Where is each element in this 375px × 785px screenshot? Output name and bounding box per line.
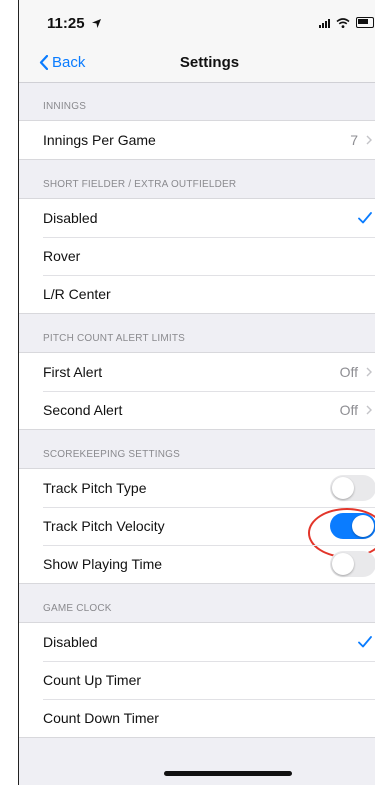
row-label: Innings Per Game: [43, 132, 156, 148]
checkmark-icon: [358, 636, 372, 648]
section-header-pitch-count-alert-limits: PITCH COUNT ALERT LIMITS: [43, 333, 186, 344]
section-header-innings: INNINGS: [43, 101, 87, 112]
chevron-right-icon: [366, 405, 372, 415]
row-label: Disabled: [43, 210, 98, 226]
section-header-short-fielder-extra-outfielder: SHORT FIELDER / EXTRA OUTFIELDER: [43, 179, 237, 190]
settings-row-rover[interactable]: Rover: [19, 237, 375, 275]
settings-group-game-clock: Disabled Count Up Timer Count Down Timer: [19, 622, 375, 738]
status-time-text: 11:25: [47, 15, 85, 32]
settings-group-innings: Innings Per Game 7: [19, 120, 375, 160]
section-header-game-clock: GAME CLOCK: [43, 603, 112, 614]
location-arrow-icon: [91, 19, 101, 28]
settings-row-track-pitch-type[interactable]: Track Pitch Type: [19, 469, 375, 507]
phone-screen: 11:25 Back Settings INNINGS Innings Per G…: [18, 0, 375, 785]
checkmark-icon: [358, 212, 372, 224]
row-label: Track Pitch Velocity: [43, 518, 165, 534]
settings-row-show-playing-time[interactable]: Show Playing Time: [19, 545, 375, 583]
row-label: Disabled: [43, 634, 98, 650]
row-label: L/R Center: [43, 286, 111, 302]
row-value: Off: [339, 364, 358, 380]
row-value: Off: [339, 402, 358, 418]
cellular-signal-icon: [319, 18, 330, 28]
toggle-knob: [352, 515, 374, 537]
toggle-knob: [332, 477, 354, 499]
settings-row-count-up-timer[interactable]: Count Up Timer: [19, 661, 375, 699]
settings-row-disabled[interactable]: Disabled: [19, 623, 375, 661]
row-label: Second Alert: [43, 402, 123, 418]
status-bar: 11:25: [19, 0, 375, 44]
toggle-switch-track-pitch-type[interactable]: [330, 475, 375, 501]
status-icons: [319, 17, 374, 28]
settings-row-l-r-center[interactable]: L/R Center: [19, 275, 375, 313]
settings-row-innings-per-game[interactable]: Innings Per Game 7: [19, 121, 375, 159]
toggle-knob: [332, 553, 354, 575]
toggle-switch-track-pitch-velocity[interactable]: [308, 508, 375, 558]
row-label: Rover: [43, 248, 81, 264]
settings-group-scorekeeping-settings: Track Pitch Type Track Pitch Velocity Show…: [19, 468, 375, 584]
settings-group-pitch-count-alert-limits: First Alert Off Second Alert Off: [19, 352, 375, 430]
row-value: 7: [350, 132, 358, 148]
battery-icon: [356, 17, 374, 28]
settings-row-count-down-timer[interactable]: Count Down Timer: [19, 699, 375, 737]
status-time: 11:25: [47, 15, 101, 32]
navigation-bar: Back Settings: [19, 44, 375, 83]
row-label: Track Pitch Type: [43, 480, 147, 496]
toggle-switch-show-playing-time[interactable]: [330, 551, 375, 577]
settings-row-second-alert[interactable]: Second Alert Off: [19, 391, 375, 429]
settings-row-disabled[interactable]: Disabled: [19, 199, 375, 237]
page-title: Settings: [179, 54, 240, 71]
row-label: Show Playing Time: [43, 556, 163, 572]
row-label: Count Down Timer: [43, 710, 159, 726]
chevron-right-icon: [366, 135, 372, 145]
chevron-right-icon: [366, 367, 372, 377]
row-label: Count Up Timer: [43, 672, 142, 688]
row-label: First Alert: [43, 364, 103, 380]
settings-list: INNINGS Innings Per Game 7 SHORT FIELDER / …: [19, 82, 375, 738]
section-header-scorekeeping-settings: SCOREKEEPING SETTINGS: [43, 449, 181, 460]
settings-row-first-alert[interactable]: First Alert Off: [19, 353, 375, 391]
home-indicator: [164, 771, 292, 776]
settings-group-short-fielder-extra-outfielder: Disabled Rover L/R Center: [19, 198, 375, 314]
settings-row-track-pitch-velocity[interactable]: Track Pitch Velocity: [19, 507, 375, 558]
wifi-icon: [336, 18, 350, 28]
